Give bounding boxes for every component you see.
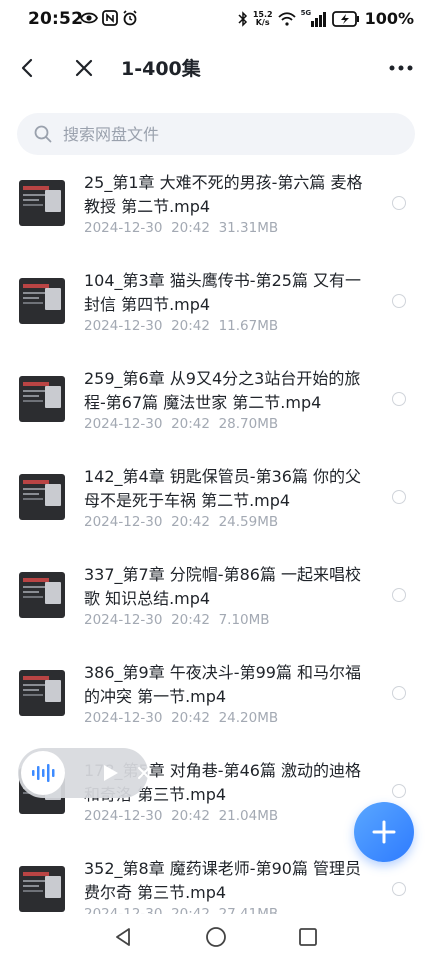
- close-icon[interactable]: [135, 764, 153, 782]
- alarm-icon: [123, 10, 137, 26]
- file-date: 2024-12-30: [84, 612, 163, 628]
- video-thumbnail: [19, 572, 65, 618]
- add-fab-button[interactable]: [354, 802, 414, 862]
- signal-bars-icon: [310, 11, 326, 27]
- file-date: 2024-12-30: [84, 318, 163, 334]
- more-dots-icon[interactable]: [388, 56, 414, 80]
- file-time: 20:42: [171, 808, 210, 824]
- nav-back-icon[interactable]: [112, 926, 134, 948]
- bluetooth-icon: [238, 10, 247, 27]
- file-name: 352_第8章 魔药课老师-第90篇 管理员费尔奇 第三节.mp4: [84, 859, 362, 902]
- nav-home-icon[interactable]: [205, 926, 227, 948]
- file-row[interactable]: 25_第1章 大难不死的男孩-第六篇 麦格教授 第二节.mp4 2024-12-3…: [0, 164, 432, 262]
- search-input[interactable]: [63, 124, 363, 144]
- eye-icon: [80, 12, 98, 24]
- select-checkbox[interactable]: [392, 490, 406, 504]
- file-row[interactable]: 337_第7章 分院帽-第86篇 一起来唱校歌 知识总结.mp4 2024-12-…: [0, 556, 432, 654]
- file-size: 11.67MB: [218, 318, 279, 334]
- file-size: 24.59MB: [218, 514, 279, 530]
- file-meta: 2024-12-30 20:42 24.59MB: [84, 514, 278, 530]
- file-time: 20:42: [171, 710, 210, 726]
- file-time: 20:42: [171, 612, 210, 628]
- file-meta: 2024-12-30 20:42 31.31MB: [84, 220, 278, 236]
- file-time: 20:42: [171, 318, 210, 334]
- audio-wave-button[interactable]: [21, 751, 65, 795]
- battery-charging-icon: [331, 10, 359, 27]
- status-time: 20:52: [28, 9, 84, 29]
- system-nav-bar: [0, 914, 432, 960]
- file-name: 142_第4章 钥匙保管员-第36篇 你的父母不是死于车祸 第二节.mp4: [84, 467, 362, 510]
- net-speed: 15.2 K/s: [253, 10, 273, 27]
- select-checkbox[interactable]: [392, 392, 406, 406]
- nfc-icon: [102, 10, 118, 26]
- net-speed-unit: K/s: [255, 17, 270, 27]
- file-meta: 2024-12-30 20:42 7.10MB: [84, 612, 270, 628]
- play-icon[interactable]: [100, 763, 120, 783]
- select-checkbox[interactable]: [392, 882, 406, 896]
- battery-percent: 100%: [364, 9, 414, 28]
- video-thumbnail: [19, 670, 65, 716]
- file-size: 28.70MB: [218, 416, 279, 432]
- status-left-icons: [80, 10, 138, 26]
- plus-icon: [372, 820, 396, 844]
- video-thumbnail: [19, 474, 65, 520]
- top-bar: 1-400集: [0, 44, 432, 92]
- file-time: 20:42: [171, 220, 210, 236]
- file-name: 337_第7章 分院帽-第86篇 一起来唱校歌 知识总结.mp4: [84, 565, 362, 608]
- status-right: 15.2 K/s 5G 100%: [238, 9, 414, 28]
- video-thumbnail: [19, 866, 65, 912]
- select-checkbox[interactable]: [392, 294, 406, 308]
- select-checkbox[interactable]: [392, 196, 406, 210]
- video-thumbnail: [19, 180, 65, 226]
- file-size: 24.20MB: [218, 710, 279, 726]
- file-size: 31.31MB: [218, 220, 279, 236]
- search-bar[interactable]: [17, 113, 415, 155]
- select-checkbox[interactable]: [392, 588, 406, 602]
- file-date: 2024-12-30: [84, 220, 163, 236]
- cellular-signal: 5G: [301, 9, 327, 27]
- close-icon[interactable]: [72, 56, 96, 80]
- search-icon: [34, 125, 52, 143]
- audio-wave-icon: [32, 764, 55, 782]
- file-row[interactable]: 104_第3章 猫头鹰传书-第25篇 又有一封信 第四节.mp4 2024-12-…: [0, 262, 432, 360]
- status-bar: 20:52 15.2 K/s 5G 100%: [0, 0, 432, 40]
- file-date: 2024-12-30: [84, 710, 163, 726]
- file-row[interactable]: 142_第4章 钥匙保管员-第36篇 你的父母不是死于车祸 第二节.mp4 202…: [0, 458, 432, 556]
- page-title: 1-400集: [121, 58, 201, 80]
- file-date: 2024-12-30: [84, 808, 163, 824]
- file-size: 21.04MB: [218, 808, 279, 824]
- file-meta: 2024-12-30 20:42 11.67MB: [84, 318, 278, 334]
- file-name: 259_第6章 从9又4分之3站台开始的旅程-第67篇 魔法世家 第二节.mp4: [84, 369, 361, 412]
- video-thumbnail: [19, 278, 65, 324]
- file-name: 25_第1章 大难不死的男孩-第六篇 麦格教授 第二节.mp4: [84, 173, 363, 216]
- select-checkbox[interactable]: [392, 784, 406, 798]
- nav-recent-icon[interactable]: [298, 927, 318, 947]
- file-row[interactable]: 259_第6章 从9又4分之3站台开始的旅程-第67篇 魔法世家 第二节.mp4…: [0, 360, 432, 458]
- file-meta: 2024-12-30 20:42 24.20MB: [84, 710, 278, 726]
- file-size: 7.10MB: [218, 612, 270, 628]
- file-meta: 2024-12-30 20:42 21.04MB: [84, 808, 278, 824]
- file-meta: 2024-12-30 20:42 28.70MB: [84, 416, 278, 432]
- file-date: 2024-12-30: [84, 416, 163, 432]
- file-time: 20:42: [171, 416, 210, 432]
- file-name: 386_第9章 午夜决斗-第99篇 和马尔福的冲突 第一节.mp4: [84, 663, 362, 706]
- select-checkbox[interactable]: [392, 686, 406, 700]
- file-date: 2024-12-30: [84, 514, 163, 530]
- floating-audio-player[interactable]: [18, 748, 150, 798]
- video-thumbnail: [19, 376, 65, 422]
- file-time: 20:42: [171, 514, 210, 530]
- file-name: 104_第3章 猫头鹰传书-第25篇 又有一封信 第四节.mp4: [84, 271, 362, 314]
- back-arrow-icon[interactable]: [16, 56, 40, 80]
- file-row[interactable]: 386_第9章 午夜决斗-第99篇 和马尔福的冲突 第一节.mp4 2024-12…: [0, 654, 432, 752]
- wifi-icon: [277, 11, 296, 26]
